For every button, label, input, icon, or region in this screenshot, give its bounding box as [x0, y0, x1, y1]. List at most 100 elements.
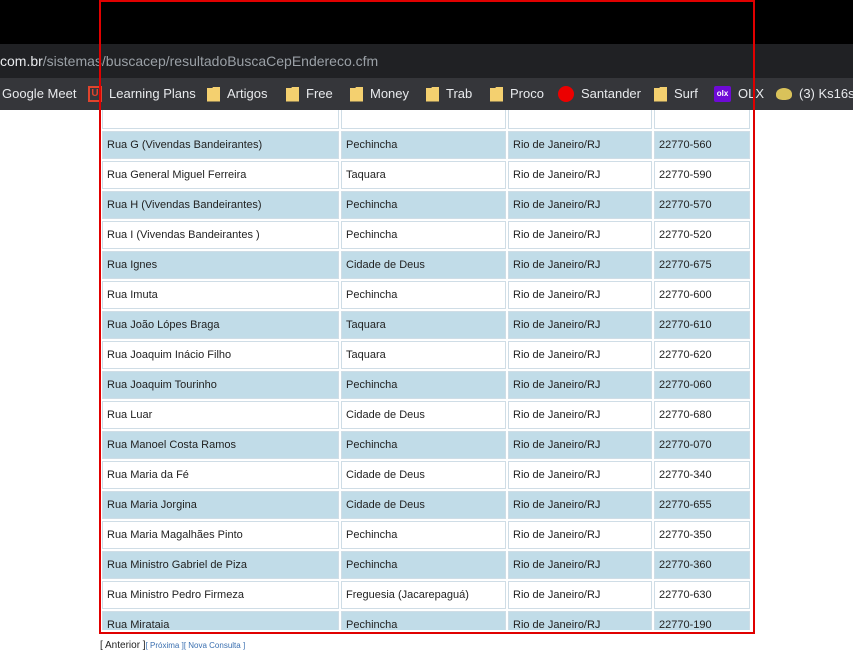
folder-icon: [490, 86, 503, 102]
cep-cell: 22770-070: [654, 431, 750, 459]
bookmark-google-meet[interactable]: Google Meet: [2, 78, 76, 110]
logradouro-cell: Rua Maria da Fé: [102, 461, 339, 489]
table-row: Rua João Lópes Braga Taquara Rio de Janeir…: [101, 310, 751, 340]
localidade-cell: Rio de Janeiro/RJ: [508, 281, 652, 309]
localidade-cell: Rio de Janeiro/RJ: [508, 401, 652, 429]
localidade-cell: Rio de Janeiro/RJ: [508, 581, 652, 609]
cep-cell: 22770-675: [654, 251, 750, 279]
logradouro-cell: Rua Mirataia: [102, 611, 339, 630]
nova-consulta-link[interactable]: [ Nova Consulta ]: [184, 641, 245, 650]
cep-cell: 22770-190: [654, 611, 750, 630]
bairro-cell: Pechincha: [341, 521, 506, 549]
cep-cell: 22770-340: [654, 461, 750, 489]
bairro-cell: Pechincha: [341, 371, 506, 399]
results-table-body: Rua G (Vivendas Bandeirantes) Pechincha Ri…: [101, 110, 751, 630]
bookmark-surf[interactable]: Surf: [654, 78, 698, 110]
localidade-cell: Rio de Janeiro/RJ: [508, 131, 652, 159]
table-row: Rua G (Vivendas Bandeirantes) Pechincha Ri…: [101, 130, 751, 160]
cep-cell: [654, 110, 750, 129]
cep-cell: 22770-570: [654, 191, 750, 219]
localidade-cell: Rio de Janeiro/RJ: [508, 371, 652, 399]
bairro-cell: Freguesia (Jacarepaguá): [341, 581, 506, 609]
bookmark-santander[interactable]: Santander: [558, 78, 641, 110]
bookmark-trab[interactable]: Trab: [426, 78, 472, 110]
table-row: Rua Manoel Costa Ramos Pechincha Rio de Ja…: [101, 430, 751, 460]
anterior-link[interactable]: [ Anterior ]: [100, 640, 146, 651]
logradouro-cell: Rua João Lópes Braga: [102, 311, 339, 339]
ks-icon: [776, 88, 792, 100]
logradouro-cell: Rua General Miguel Ferreira: [102, 161, 339, 189]
folder-icon: [426, 86, 439, 102]
bookmark-free[interactable]: Free: [286, 78, 333, 110]
bookmark-label: Proco: [510, 86, 544, 101]
table-row: Rua I (Vivendas Bandeirantes ) Pechincha R…: [101, 220, 751, 250]
logradouro-cell: Rua Luar: [102, 401, 339, 429]
bookmark-label: OLX: [738, 86, 765, 101]
url-domain: com.br: [0, 53, 43, 69]
localidade-cell: Rio de Janeiro/RJ: [508, 611, 652, 630]
olx-icon: olx: [714, 86, 731, 102]
bookmark-label: Surf: [674, 86, 698, 101]
logradouro-cell: Rua Ministro Gabriel de Piza: [102, 551, 339, 579]
address-bar[interactable]: com.br/sistemas/buscacep/resultadoBuscaC…: [0, 44, 853, 78]
bookmark-learning-plans[interactable]: U Learning Plans: [88, 78, 196, 110]
table-row: Rua Joaquim Tourinho Pechincha Rio de Jane…: [101, 370, 751, 400]
bookmark-ks16s[interactable]: (3) Ks16s r: [776, 78, 853, 110]
bairro-cell: Pechincha: [341, 431, 506, 459]
cep-cell: 22770-360: [654, 551, 750, 579]
pagination: [ Anterior ][ Próxima ][ Nova Consulta ]: [100, 640, 245, 651]
bookmark-olx[interactable]: olx OLX: [714, 78, 764, 110]
bookmark-label: Free: [306, 86, 333, 101]
bookmark-artigos[interactable]: Artigos: [207, 78, 267, 110]
bairro-cell: Pechincha: [341, 551, 506, 579]
folder-icon: [286, 86, 299, 102]
cep-cell: 22770-600: [654, 281, 750, 309]
bookmark-label: Artigos: [227, 86, 268, 101]
bairro-cell: Cidade de Deus: [341, 251, 506, 279]
folder-icon: [207, 86, 220, 102]
table-row: Rua Ministro Gabriel de Piza Pechincha Rio…: [101, 550, 751, 580]
logradouro-cell: Rua Joaquim Tourinho: [102, 371, 339, 399]
cep-cell: 22770-680: [654, 401, 750, 429]
bairro-cell: Pechincha: [341, 131, 506, 159]
bairro-cell: Pechincha: [341, 611, 506, 630]
logradouro-cell: Rua Ministro Pedro Firmeza: [102, 581, 339, 609]
table-row: Rua Maria Magalhães Pinto Pechincha Rio de…: [101, 520, 751, 550]
cep-cell: 22770-560: [654, 131, 750, 159]
logradouro-cell: Rua Maria Jorgina: [102, 491, 339, 519]
logradouro-cell: Rua H (Vivendas Bandeirantes): [102, 191, 339, 219]
cep-cell: 22770-350: [654, 521, 750, 549]
bairro-cell: Pechincha: [341, 221, 506, 249]
bookmark-label: Santander: [581, 86, 641, 101]
folder-icon: [350, 86, 363, 102]
proxima-link[interactable]: [ Próxima ]: [146, 641, 184, 650]
cep-cell: 22770-655: [654, 491, 750, 519]
cep-cell: 22770-520: [654, 221, 750, 249]
bairro-cell: Taquara: [341, 311, 506, 339]
bairro-cell: Cidade de Deus: [341, 461, 506, 489]
logradouro-cell: Rua Ignes: [102, 251, 339, 279]
localidade-cell: Rio de Janeiro/RJ: [508, 191, 652, 219]
bookmark-money[interactable]: Money: [350, 78, 409, 110]
u-icon: U: [88, 86, 102, 102]
logradouro-cell: Rua G (Vivendas Bandeirantes): [102, 131, 339, 159]
table-row: Rua Maria da Fé Cidade de Deus Rio de Jane…: [101, 460, 751, 490]
folder-icon: [654, 86, 667, 102]
localidade-cell: Rio de Janeiro/RJ: [508, 551, 652, 579]
bookmark-proco[interactable]: Proco: [490, 78, 544, 110]
table-row: Rua Mirataia Pechincha Rio de Janeiro/RJ 22…: [101, 610, 751, 630]
cep-cell: 22770-610: [654, 311, 750, 339]
table-row: [101, 110, 751, 130]
bairro-cell: Pechincha: [341, 281, 506, 309]
localidade-cell: Rio de Janeiro/RJ: [508, 251, 652, 279]
bairro-cell: Taquara: [341, 341, 506, 369]
bookmarks-bar: Google Meet U Learning Plans Artigos Fre…: [0, 78, 853, 110]
table-row: Rua Joaquim Inácio Filho Taquara Rio de Ja…: [101, 340, 751, 370]
bairro-cell: Pechincha: [341, 191, 506, 219]
table-row: Rua General Miguel Ferreira Taquara Rio de…: [101, 160, 751, 190]
bairro-cell: Cidade de Deus: [341, 491, 506, 519]
localidade-cell: Rio de Janeiro/RJ: [508, 341, 652, 369]
table-row: Rua Maria Jorgina Cidade de Deus Rio de Ja…: [101, 490, 751, 520]
bookmark-label: Money: [370, 86, 410, 101]
table-row: Rua Ministro Pedro Firmeza Freguesia (Jac…: [101, 580, 751, 610]
